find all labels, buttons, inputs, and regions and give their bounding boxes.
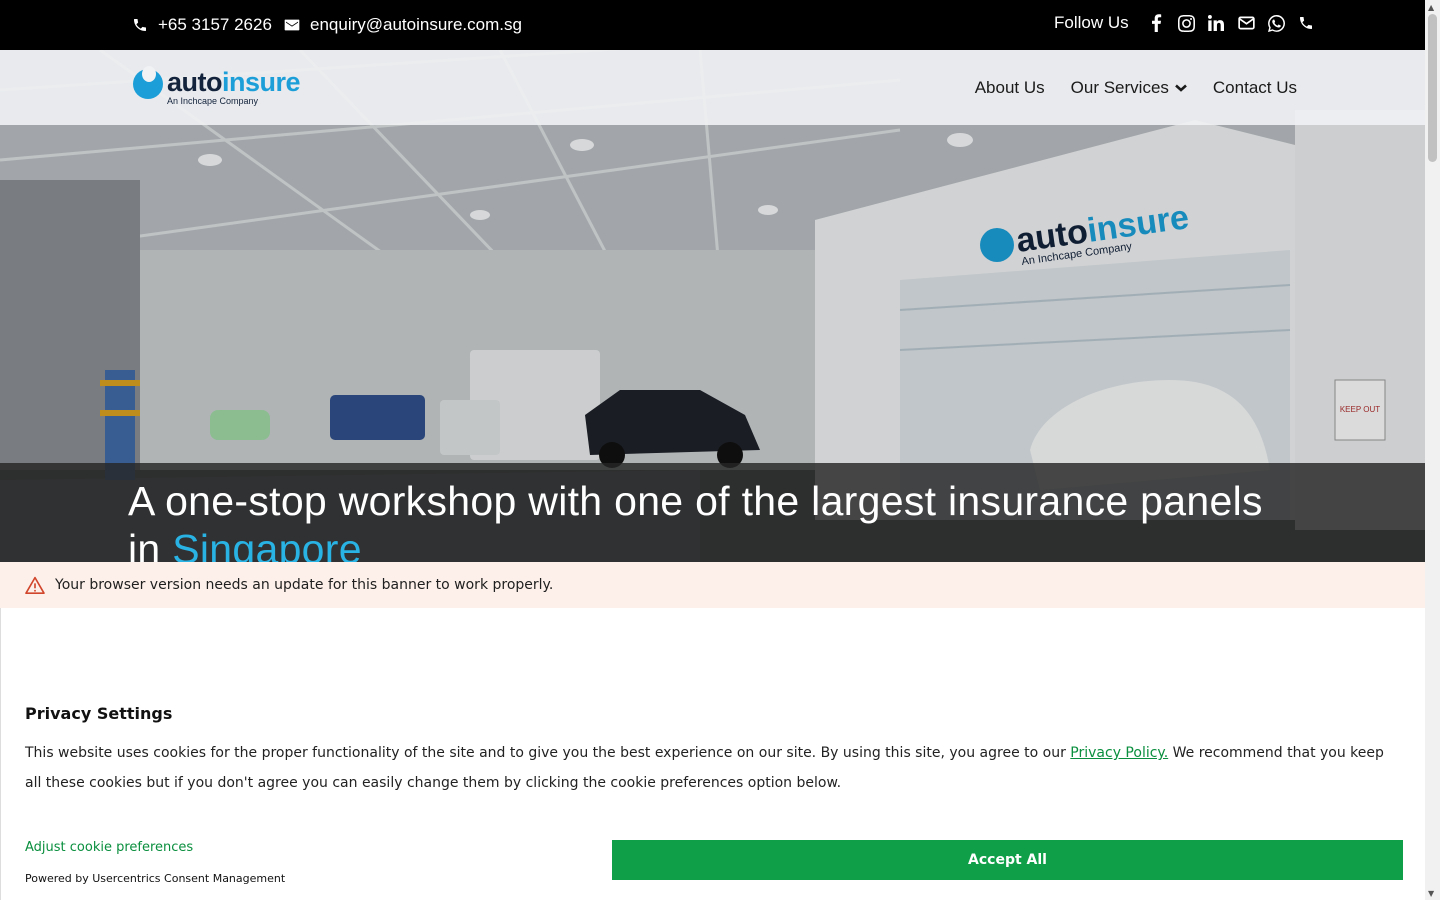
scroll-down-arrow-icon[interactable]: ▼ bbox=[1428, 889, 1434, 898]
powered-by-text: Powered by Usercentrics Consent Manageme… bbox=[25, 872, 286, 885]
scrollbar-thumb[interactable] bbox=[1428, 14, 1437, 162]
nav-contact-us[interactable]: Contact Us bbox=[1213, 78, 1297, 98]
browser-update-warning: Your browser version needs an update for… bbox=[0, 562, 1425, 608]
social-links bbox=[1147, 14, 1316, 33]
nav-contact-us-label[interactable]: Contact Us bbox=[1213, 78, 1297, 98]
logo-part1: auto bbox=[167, 67, 223, 97]
whatsapp-icon[interactable] bbox=[1267, 14, 1286, 33]
top-contact-bar: +65 3157 2626 enquiry@autoinsure.com.sg … bbox=[0, 0, 1425, 50]
site-header: autoinsure An Inchcape Company About Us … bbox=[0, 50, 1425, 125]
cookie-consent-panel: Privacy Settings This website uses cooki… bbox=[0, 608, 1425, 900]
linkedin-icon[interactable] bbox=[1207, 14, 1226, 33]
chevron-down-icon[interactable] bbox=[1175, 84, 1187, 92]
instagram-icon[interactable] bbox=[1177, 14, 1196, 33]
hero-caption: A one-stop workshop with one of the larg… bbox=[0, 463, 1425, 562]
email-contact[interactable]: enquiry@autoinsure.com.sg bbox=[284, 0, 522, 50]
privacy-description-before: This website uses cookies for the proper… bbox=[25, 745, 1071, 761]
nav-our-services[interactable]: Our Services bbox=[1071, 78, 1187, 98]
warning-icon bbox=[25, 576, 45, 594]
warning-text: Your browser version needs an update for… bbox=[55, 577, 554, 593]
privacy-policy-link[interactable]: Privacy Policy. bbox=[1070, 745, 1168, 761]
mail-icon[interactable] bbox=[1237, 14, 1256, 33]
hero-heading-highlight: Singapore bbox=[172, 526, 362, 562]
privacy-description: This website uses cookies for the proper… bbox=[25, 738, 1400, 798]
follow-us-group: Follow Us bbox=[1054, 0, 1316, 46]
hero-heading: A one-stop workshop with one of the larg… bbox=[128, 477, 1268, 562]
autoinsure-logo[interactable]: autoinsure An Inchcape Company bbox=[133, 66, 301, 107]
page-scrollbar[interactable]: ▲ ▼ bbox=[1425, 0, 1440, 900]
follow-us-label: Follow Us bbox=[1054, 13, 1129, 32]
phone-contact[interactable]: +65 3157 2626 bbox=[132, 0, 272, 50]
scroll-up-arrow-icon[interactable]: ▲ bbox=[1428, 3, 1434, 12]
facebook-icon[interactable] bbox=[1147, 14, 1166, 33]
main-nav: About Us Our Services Contact Us bbox=[975, 50, 1297, 125]
logo-part2: insure bbox=[222, 67, 301, 97]
phone-number[interactable]: +65 3157 2626 bbox=[158, 15, 272, 35]
privacy-settings-title: Privacy Settings bbox=[25, 704, 173, 723]
nav-about-us-label[interactable]: About Us bbox=[975, 78, 1045, 98]
logo-wordmark: autoinsure bbox=[167, 67, 301, 98]
email-address[interactable]: enquiry@autoinsure.com.sg bbox=[310, 15, 522, 35]
phone-icon bbox=[134, 19, 146, 31]
logo-tagline: An Inchcape Company bbox=[167, 96, 259, 106]
accept-all-button[interactable]: Accept All bbox=[612, 840, 1403, 880]
nav-our-services-label[interactable]: Our Services bbox=[1071, 78, 1169, 98]
phone-icon[interactable] bbox=[1297, 14, 1316, 33]
adjust-cookie-preferences-link[interactable]: Adjust cookie preferences bbox=[25, 840, 193, 855]
logo-mark-icon bbox=[133, 66, 163, 99]
nav-about-us[interactable]: About Us bbox=[975, 78, 1045, 98]
envelope-icon bbox=[284, 19, 300, 31]
